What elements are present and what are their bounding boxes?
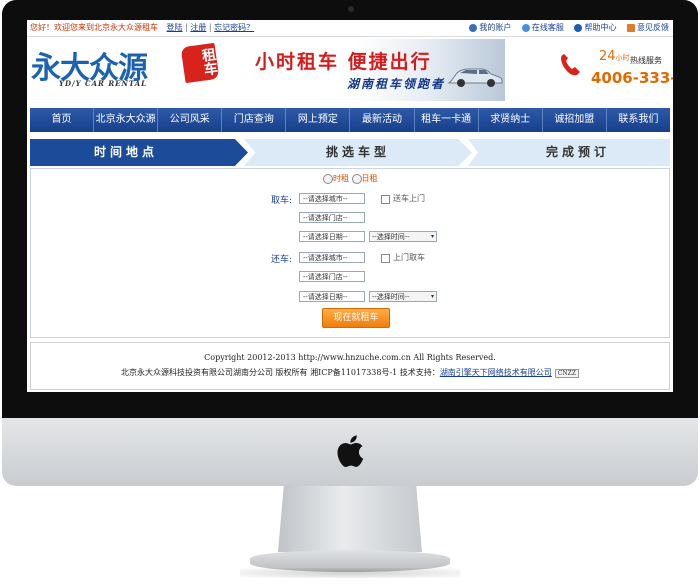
step-time-location: 时间地点 xyxy=(30,139,248,166)
apple-logo-icon xyxy=(337,435,364,467)
logo[interactable]: 永大众源 YD/Y CAR RENTAL 租车 xyxy=(31,42,221,93)
return-label: 还车: xyxy=(271,255,293,265)
nav-item-9[interactable]: 联系我们 xyxy=(607,108,670,132)
hotline-label: 热线服务 xyxy=(630,56,662,65)
return-time-select[interactable]: --选择时间-- ▾ xyxy=(369,291,437,302)
nav-item-6[interactable]: 租车一卡通 xyxy=(415,108,479,132)
monitor-chin xyxy=(2,418,698,486)
forgot-password-link[interactable]: 忘记密码？ xyxy=(214,23,254,32)
pickup-time-select[interactable]: --选择时间-- ▾ xyxy=(369,231,437,242)
step2-label: 挑选车型 xyxy=(326,145,391,159)
monitor-stand xyxy=(278,486,422,552)
welcome-area: 您好！欢迎您来到北京永大众源租车 登陆 | 注册 | 忘记密码？ xyxy=(30,23,255,32)
nav-item-3[interactable]: 门店查询 xyxy=(222,108,287,132)
step1-label: 时间地点 xyxy=(94,145,159,159)
cnzz-badge[interactable]: CNZZ xyxy=(554,368,579,378)
return-date-input[interactable]: --请选择日期-- xyxy=(299,291,365,302)
online-service-link[interactable]: 在线客服 xyxy=(532,23,564,32)
hotline-number: 4006-333-206 xyxy=(591,69,673,87)
headset-icon xyxy=(521,24,530,32)
nav-item-2[interactable]: 公司风采 xyxy=(158,108,223,132)
phone-icon xyxy=(561,54,580,76)
footer: Copyright 20012-2013 http://www.hnzuche.… xyxy=(30,342,670,390)
my-account-link[interactable]: 我的账户 xyxy=(479,23,511,32)
welcome-text: 您好！欢迎您来到北京永大众源租车 xyxy=(30,23,158,32)
copyright-text: Copyright 20012-2013 http://www.hnzuche.… xyxy=(204,353,496,362)
rent-now-button[interactable]: 现在就租车 xyxy=(322,308,390,328)
step3-label: 完成预订 xyxy=(546,145,611,159)
hourly-label: 时租 xyxy=(333,174,349,183)
company-text: 北京永大众源科技投资有限公司湖南分公司 版权所有 湘ICP备11017338号-… xyxy=(121,368,440,377)
car-icon xyxy=(447,68,503,87)
camera-dot xyxy=(348,6,354,12)
daily-label: 日租 xyxy=(361,174,378,183)
pickup-home-checkbox[interactable]: 上门取车 xyxy=(381,252,425,263)
help-icon xyxy=(574,24,583,32)
logo-badge: 租车 xyxy=(180,42,220,84)
nav-item-5[interactable]: 最新活动 xyxy=(350,108,415,132)
slogan-banner: 小时租车 便捷出行 湖南租车领跑者 xyxy=(235,39,505,101)
delivery-checkbox[interactable]: 送车上门 xyxy=(381,193,425,204)
user-links: 我的账户 在线客服 帮助中心 意见反馈 xyxy=(469,20,669,36)
nav-item-7[interactable]: 求贤纳士 xyxy=(479,108,543,132)
pickup-store-select[interactable]: --请选择门店-- xyxy=(299,212,365,223)
feedback-link[interactable]: 意见反馈 xyxy=(637,23,669,32)
slogan-text: 小时租车 便捷出行 xyxy=(255,51,432,73)
step-complete: 完成预订 xyxy=(468,139,670,166)
help-center-link[interactable]: 帮助中心 xyxy=(584,23,616,32)
return-store-select[interactable]: --请选择门店-- xyxy=(299,271,365,282)
nav-item-1[interactable]: 北京永大众源 xyxy=(94,108,159,132)
daily-radio[interactable] xyxy=(351,174,362,184)
tech-support-link[interactable]: 湖南引擎天下网络技术有限公司 xyxy=(440,368,552,377)
website-screen: 您好！欢迎您来到北京永大众源租车 登陆 | 注册 | 忘记密码？ 我的账户 在线… xyxy=(27,20,673,392)
hotline: 24小时 热线服务 4006-333-206 xyxy=(557,43,673,99)
top-bar: 您好！欢迎您来到北京永大众源租车 登陆 | 注册 | 忘记密码？ 我的账户 在线… xyxy=(27,20,673,37)
rent-type: 时租 日租 xyxy=(323,173,378,184)
monitor-shadow xyxy=(240,568,460,578)
company-info: 北京永大众源科技投资有限公司湖南分公司 版权所有 湘ICP备11017338号-… xyxy=(31,367,669,378)
pickup-label: 取车: xyxy=(271,196,293,206)
account-icon xyxy=(469,24,478,32)
step-choose-car: 挑选车型 xyxy=(244,139,472,166)
login-link[interactable]: 登陆 xyxy=(167,23,183,32)
header: 永大众源 YD/Y CAR RENTAL 租车 小时租车 便捷出行 湖南租车领跑… xyxy=(27,37,673,105)
slogan-subtitle: 湖南租车领跑者 xyxy=(347,77,446,91)
booking-steps: 时间地点 挑选车型 完成预订 xyxy=(30,139,670,166)
hourly-radio[interactable] xyxy=(323,174,333,184)
feedback-icon xyxy=(627,24,635,32)
hotline-hours: 24小时 xyxy=(599,49,630,64)
nav-item-4[interactable]: 网上预定 xyxy=(286,108,351,132)
booking-form: 时租 日租 取车: --请选择城市-- 送车上门 --请选择门店-- --请选择… xyxy=(30,168,670,338)
return-city-select[interactable]: --请选择城市-- xyxy=(299,252,365,263)
pickup-date-input[interactable]: --请选择日期-- xyxy=(299,231,365,242)
logo-pinyin: YD/Y CAR RENTAL xyxy=(59,79,148,88)
nav-item-0[interactable]: 首页 xyxy=(30,108,95,132)
nav-item-8[interactable]: 诚招加盟 xyxy=(543,108,607,132)
main-nav: 首页 北京永大众源 公司风采 门店查询 网上预定 最新活动 租车一卡通 求贤纳士 诚招加盟 联系我… xyxy=(30,108,670,132)
pickup-city-select[interactable]: --请选择城市-- xyxy=(299,193,365,204)
register-link[interactable]: 注册 xyxy=(190,23,206,32)
